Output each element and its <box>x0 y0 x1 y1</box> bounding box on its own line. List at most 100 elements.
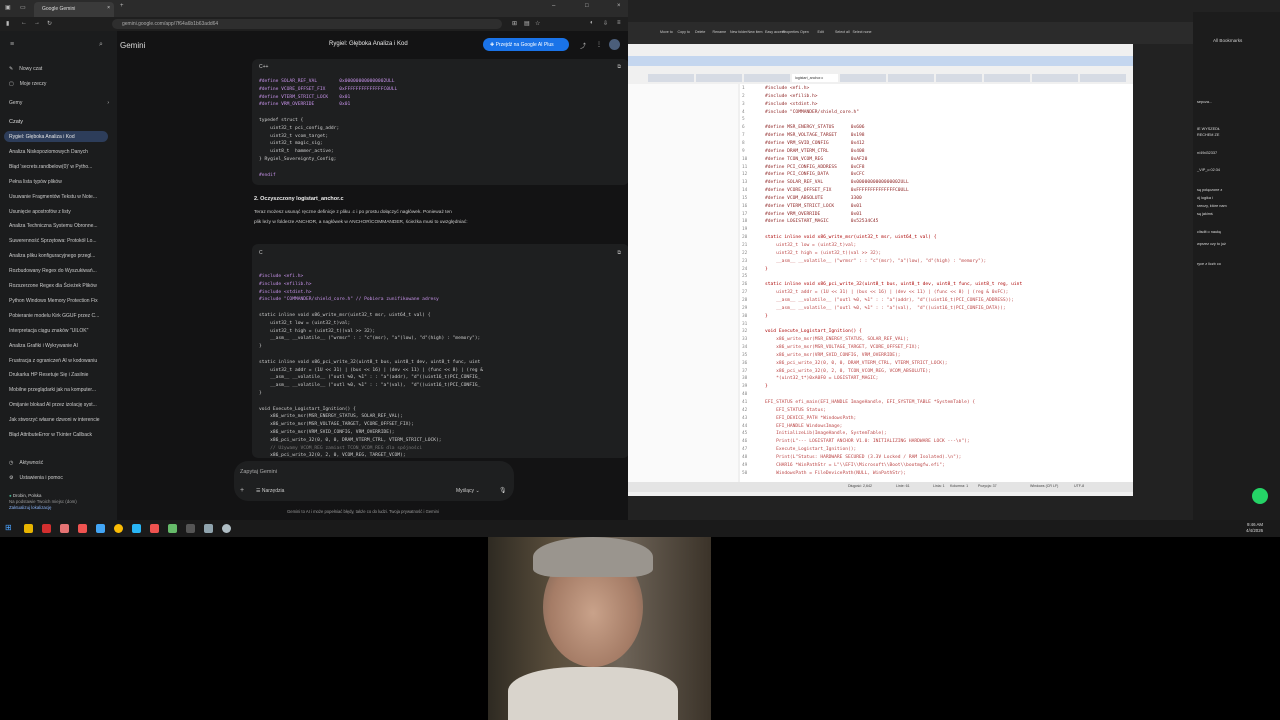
clock[interactable]: 9:46 AM 4/4/2026 <box>1246 522 1263 534</box>
avatar[interactable] <box>609 39 620 50</box>
prompt-box[interactable]: Zapytaj Gemini + ☰ Narzędzia Myślący ⌄ 🎙 <box>234 461 514 501</box>
app-icon-8[interactable] <box>222 524 231 533</box>
app-icon-7[interactable] <box>204 524 213 533</box>
editor-tab[interactable] <box>888 74 934 82</box>
app-icon-4[interactable] <box>132 524 141 533</box>
bookmark-star-icon[interactable]: ☆ <box>535 20 540 27</box>
forward-icon[interactable]: → <box>34 20 40 26</box>
downloads-icon[interactable]: ⇩ <box>603 20 608 27</box>
start-icon[interactable]: ⊞ <box>5 523 12 532</box>
chat-item[interactable]: Mobilne przeglądarki jak na komputer... <box>9 384 113 395</box>
chrome-icon[interactable] <box>114 524 123 533</box>
ribbon-item[interactable]: Delete <box>695 30 705 34</box>
chat-bubble-icon[interactable] <box>1252 488 1268 504</box>
browser-settings-icon[interactable]: ≡ <box>617 20 621 26</box>
chat-item[interactable]: Python Windows Memory Protection Fix <box>9 295 113 306</box>
chat-item[interactable]: Rygiel: Głęboka Analiza i Kod <box>4 131 108 142</box>
app-icon[interactable] <box>60 524 69 533</box>
ribbon-item[interactable]: Select none <box>853 30 872 34</box>
install-app-icon[interactable]: ⊞ <box>512 20 517 27</box>
editor-tab[interactable] <box>840 74 886 82</box>
ribbon-item[interactable]: Open <box>800 30 809 34</box>
editor-tab[interactable] <box>984 74 1030 82</box>
menu-icon[interactable]: ≡ <box>10 41 14 48</box>
add-icon[interactable]: + <box>240 487 244 494</box>
new-chat-button[interactable]: ✎ Nowy czat <box>9 63 113 74</box>
chat-item[interactable]: Rozbudowany Regex do Wyszukiwań... <box>9 265 113 276</box>
chat-item[interactable]: Pełna lista typów plików <box>9 176 113 187</box>
editor-code-area[interactable]: 1 #include <efi.h> 2 #include <efilib.h> 3 #i… <box>740 84 1133 482</box>
pdf-icon[interactable] <box>42 524 51 533</box>
new-tab-icon[interactable]: + <box>120 3 124 9</box>
microphone-icon[interactable]: 🎙 <box>499 487 507 494</box>
ribbon-item[interactable]: New folder <box>730 30 747 34</box>
notepad-icon[interactable] <box>168 524 177 533</box>
app-icon-2[interactable] <box>78 524 87 533</box>
tab-gemini[interactable]: Google Gemini × <box>34 2 114 17</box>
app-icon-5[interactable] <box>150 524 159 533</box>
update-location-link[interactable]: Zaktualizuj lokalizację <box>9 505 77 511</box>
app-icon-6[interactable] <box>186 524 195 533</box>
chat-item[interactable]: Rozszerzone Regex dla Ścieżek Plików <box>9 280 113 291</box>
sidebar-toggle-icon[interactable]: ▮ <box>6 20 9 27</box>
activity-button[interactable]: ◷ Aktywność <box>9 457 113 468</box>
ribbon-item[interactable]: Copy to <box>678 30 690 34</box>
editor-tab[interactable] <box>744 74 790 82</box>
chat-item[interactable]: Analiza pliku konfiguracyjnego przegl... <box>9 250 113 261</box>
chat-item[interactable]: Drukarka HP Resetuje Się i Zasilnie <box>9 369 113 380</box>
address-bar[interactable]: gemini.google.com/app/7f64a6b1b63add64 <box>112 19 502 29</box>
app-icon-3[interactable] <box>96 524 105 533</box>
close-tab-icon[interactable]: × <box>107 5 110 11</box>
close-window-icon[interactable]: × <box>617 3 621 9</box>
ribbon-item[interactable]: New item <box>748 30 763 34</box>
share-icon[interactable]: ⤴ <box>580 41 586 50</box>
maximize-window-icon[interactable]: □ <box>585 3 589 9</box>
chat-item[interactable]: Frustracja z ograniczeń AI w kodowaniu <box>9 355 113 366</box>
editor-tab[interactable] <box>1032 74 1078 82</box>
extensions-icon[interactable]: ◐ <box>590 20 594 26</box>
ribbon-item[interactable]: Select all <box>835 30 850 34</box>
chat-item[interactable]: Usunięcie apostrofów z listy <box>9 206 113 217</box>
gems-button[interactable]: Gemy › <box>9 97 113 108</box>
more-options-icon[interactable]: ⋮ <box>596 41 602 48</box>
chat-item[interactable]: Usuwanie Fragmentów Tekstu w Note... <box>9 191 113 202</box>
prompt-input[interactable]: Zapytaj Gemini <box>240 469 277 475</box>
ribbon-item[interactable]: Properties <box>783 30 799 34</box>
editor-tab[interactable] <box>1080 74 1126 82</box>
chat-item[interactable]: Analiza Niskopoziomowych Danych <box>9 146 113 157</box>
back-icon[interactable]: ← <box>21 20 27 26</box>
upgrade-button[interactable]: ✚ Przejdź na Google AI Plus <box>483 38 569 51</box>
copy-icon[interactable]: ⧉ <box>617 64 621 70</box>
editor-tab[interactable] <box>936 74 982 82</box>
taskbar: ⊞ 9:46 AM 4/4/2026 <box>0 520 1280 537</box>
editor-tab[interactable] <box>648 74 694 82</box>
chat-item[interactable]: Analiza Techniczna Systemu Obronne... <box>9 220 113 231</box>
chat-item[interactable]: Interpretacja ciągu znaków "UILOK" <box>9 325 113 336</box>
minimize-window-icon[interactable]: – <box>552 3 555 9</box>
bookmarks-folder[interactable]: All Bookmarks <box>1213 38 1242 43</box>
chat-item[interactable]: Jak stworzyć własne dzwoni w interencie <box>9 414 113 425</box>
copy-icon-2[interactable]: ⧉ <box>617 250 621 256</box>
chat-item[interactable]: Pobieranie modelu Kirk GGUF przez C... <box>9 310 113 321</box>
code-line: #include <stdint.h> <box>259 289 312 295</box>
editor-tab[interactable] <box>696 74 742 82</box>
reader-view-icon[interactable]: ▤ <box>524 20 530 27</box>
tools-button[interactable]: ☰ Narzędzia <box>256 488 284 494</box>
chat-item[interactable]: Błąd 'secrets.randbelow(0)' w Pytho... <box>9 161 113 172</box>
chat-item[interactable]: Suwerenność Sprzętowa: Protokół Lo... <box>9 235 113 246</box>
my-items-button[interactable]: ▢ Moje rzeczy <box>9 78 113 89</box>
browser-menu-icon[interactable]: ▣ <box>5 4 11 11</box>
file-explorer-icon[interactable] <box>24 524 33 533</box>
chat-item[interactable]: Analiza Grafiki i Wykrywanie AI <box>9 340 113 351</box>
chat-item[interactable]: Błąd AttributeError w Tkinter Callback <box>9 429 113 440</box>
search-icon[interactable]: ⌕ <box>99 41 103 49</box>
reload-icon[interactable]: ↻ <box>47 20 52 27</box>
ribbon-item[interactable]: Move to <box>660 30 673 34</box>
ribbon-item[interactable]: Edit <box>818 30 824 34</box>
ribbon-item[interactable]: Rename <box>713 30 727 34</box>
settings-button[interactable]: ⚙ Ustawienia i pomoc <box>9 472 113 483</box>
tab-list-icon[interactable]: ▭ <box>20 4 26 11</box>
editor-tab[interactable]: logistart_anchor.c <box>792 74 838 82</box>
mode-selector[interactable]: Myślący ⌄ <box>456 488 480 494</box>
chat-item[interactable]: Omijanie blokad AI przez izolację syst..… <box>9 399 113 410</box>
